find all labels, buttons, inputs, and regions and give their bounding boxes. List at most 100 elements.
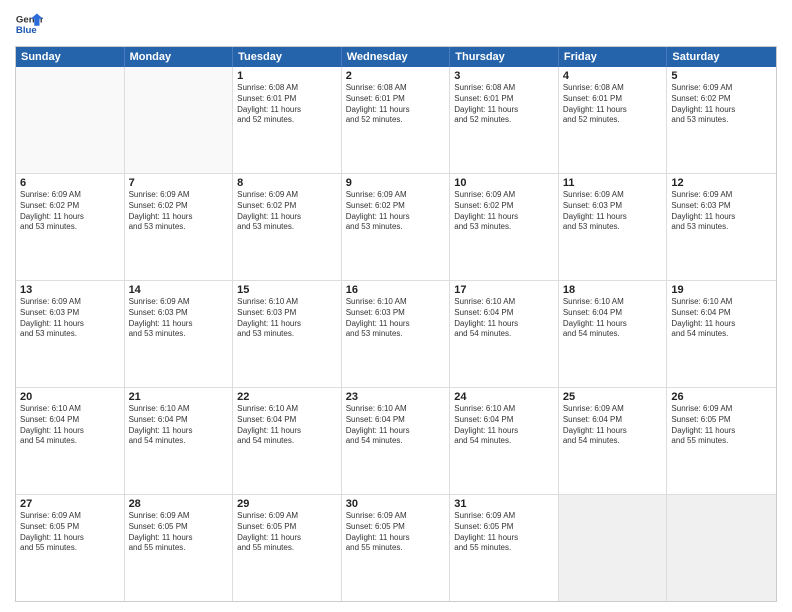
calendar-cell: 3Sunrise: 6:08 AMSunset: 6:01 PMDaylight… — [450, 67, 559, 173]
day-info: Sunrise: 6:10 AMSunset: 6:04 PMDaylight:… — [129, 404, 229, 447]
weekday-header: Monday — [125, 47, 234, 67]
calendar-cell: 12Sunrise: 6:09 AMSunset: 6:03 PMDayligh… — [667, 174, 776, 280]
weekday-header: Wednesday — [342, 47, 451, 67]
day-info: Sunrise: 6:09 AMSunset: 6:05 PMDaylight:… — [671, 404, 772, 447]
weekday-header: Tuesday — [233, 47, 342, 67]
day-info: Sunrise: 6:09 AMSunset: 6:05 PMDaylight:… — [129, 511, 229, 554]
day-number: 16 — [346, 284, 446, 296]
day-number: 26 — [671, 391, 772, 403]
weekday-header: Friday — [559, 47, 668, 67]
day-number: 15 — [237, 284, 337, 296]
day-info: Sunrise: 6:09 AMSunset: 6:05 PMDaylight:… — [237, 511, 337, 554]
header: General Blue — [15, 10, 777, 38]
calendar-cell: 31Sunrise: 6:09 AMSunset: 6:05 PMDayligh… — [450, 495, 559, 601]
calendar-row: 13Sunrise: 6:09 AMSunset: 6:03 PMDayligh… — [16, 281, 776, 388]
calendar-cell: 26Sunrise: 6:09 AMSunset: 6:05 PMDayligh… — [667, 388, 776, 494]
day-number: 14 — [129, 284, 229, 296]
day-number: 29 — [237, 498, 337, 510]
calendar-cell: 28Sunrise: 6:09 AMSunset: 6:05 PMDayligh… — [125, 495, 234, 601]
weekday-header: Thursday — [450, 47, 559, 67]
day-number: 3 — [454, 70, 554, 82]
weekday-header: Sunday — [16, 47, 125, 67]
calendar-cell: 14Sunrise: 6:09 AMSunset: 6:03 PMDayligh… — [125, 281, 234, 387]
calendar-cell: 11Sunrise: 6:09 AMSunset: 6:03 PMDayligh… — [559, 174, 668, 280]
calendar-cell: 22Sunrise: 6:10 AMSunset: 6:04 PMDayligh… — [233, 388, 342, 494]
calendar-cell: 23Sunrise: 6:10 AMSunset: 6:04 PMDayligh… — [342, 388, 451, 494]
day-number: 19 — [671, 284, 772, 296]
logo: General Blue — [15, 10, 43, 38]
day-info: Sunrise: 6:09 AMSunset: 6:05 PMDaylight:… — [20, 511, 120, 554]
calendar-cell: 7Sunrise: 6:09 AMSunset: 6:02 PMDaylight… — [125, 174, 234, 280]
day-number: 13 — [20, 284, 120, 296]
calendar-cell: 18Sunrise: 6:10 AMSunset: 6:04 PMDayligh… — [559, 281, 668, 387]
calendar-cell: 19Sunrise: 6:10 AMSunset: 6:04 PMDayligh… — [667, 281, 776, 387]
calendar-cell: 29Sunrise: 6:09 AMSunset: 6:05 PMDayligh… — [233, 495, 342, 601]
day-info: Sunrise: 6:08 AMSunset: 6:01 PMDaylight:… — [454, 83, 554, 126]
day-number: 5 — [671, 70, 772, 82]
calendar-cell: 13Sunrise: 6:09 AMSunset: 6:03 PMDayligh… — [16, 281, 125, 387]
calendar-cell: 25Sunrise: 6:09 AMSunset: 6:04 PMDayligh… — [559, 388, 668, 494]
day-number: 17 — [454, 284, 554, 296]
day-number: 2 — [346, 70, 446, 82]
calendar-cell: 24Sunrise: 6:10 AMSunset: 6:04 PMDayligh… — [450, 388, 559, 494]
calendar-cell — [667, 495, 776, 601]
day-info: Sunrise: 6:09 AMSunset: 6:02 PMDaylight:… — [129, 190, 229, 233]
day-number: 30 — [346, 498, 446, 510]
day-info: Sunrise: 6:09 AMSunset: 6:03 PMDaylight:… — [563, 190, 663, 233]
day-info: Sunrise: 6:10 AMSunset: 6:04 PMDaylight:… — [454, 297, 554, 340]
day-number: 11 — [563, 177, 663, 189]
calendar-cell: 30Sunrise: 6:09 AMSunset: 6:05 PMDayligh… — [342, 495, 451, 601]
day-info: Sunrise: 6:09 AMSunset: 6:04 PMDaylight:… — [563, 404, 663, 447]
day-number: 6 — [20, 177, 120, 189]
day-info: Sunrise: 6:09 AMSunset: 6:02 PMDaylight:… — [454, 190, 554, 233]
day-info: Sunrise: 6:09 AMSunset: 6:02 PMDaylight:… — [20, 190, 120, 233]
day-number: 12 — [671, 177, 772, 189]
calendar-body: 1Sunrise: 6:08 AMSunset: 6:01 PMDaylight… — [16, 67, 776, 601]
day-info: Sunrise: 6:08 AMSunset: 6:01 PMDaylight:… — [237, 83, 337, 126]
calendar: SundayMondayTuesdayWednesdayThursdayFrid… — [15, 46, 777, 602]
day-info: Sunrise: 6:10 AMSunset: 6:04 PMDaylight:… — [20, 404, 120, 447]
calendar-cell: 6Sunrise: 6:09 AMSunset: 6:02 PMDaylight… — [16, 174, 125, 280]
day-info: Sunrise: 6:08 AMSunset: 6:01 PMDaylight:… — [346, 83, 446, 126]
day-info: Sunrise: 6:09 AMSunset: 6:05 PMDaylight:… — [346, 511, 446, 554]
calendar-cell: 16Sunrise: 6:10 AMSunset: 6:03 PMDayligh… — [342, 281, 451, 387]
day-number: 21 — [129, 391, 229, 403]
day-number: 7 — [129, 177, 229, 189]
calendar-cell: 1Sunrise: 6:08 AMSunset: 6:01 PMDaylight… — [233, 67, 342, 173]
calendar-cell: 5Sunrise: 6:09 AMSunset: 6:02 PMDaylight… — [667, 67, 776, 173]
day-number: 23 — [346, 391, 446, 403]
day-info: Sunrise: 6:10 AMSunset: 6:04 PMDaylight:… — [671, 297, 772, 340]
day-info: Sunrise: 6:10 AMSunset: 6:04 PMDaylight:… — [454, 404, 554, 447]
calendar-cell: 10Sunrise: 6:09 AMSunset: 6:02 PMDayligh… — [450, 174, 559, 280]
calendar-row: 6Sunrise: 6:09 AMSunset: 6:02 PMDaylight… — [16, 174, 776, 281]
day-number: 9 — [346, 177, 446, 189]
day-number: 22 — [237, 391, 337, 403]
day-number: 28 — [129, 498, 229, 510]
day-info: Sunrise: 6:09 AMSunset: 6:05 PMDaylight:… — [454, 511, 554, 554]
calendar-cell: 15Sunrise: 6:10 AMSunset: 6:03 PMDayligh… — [233, 281, 342, 387]
calendar-cell: 9Sunrise: 6:09 AMSunset: 6:02 PMDaylight… — [342, 174, 451, 280]
day-number: 27 — [20, 498, 120, 510]
svg-text:Blue: Blue — [16, 25, 37, 36]
day-info: Sunrise: 6:09 AMSunset: 6:02 PMDaylight:… — [671, 83, 772, 126]
calendar-cell: 21Sunrise: 6:10 AMSunset: 6:04 PMDayligh… — [125, 388, 234, 494]
day-number: 25 — [563, 391, 663, 403]
calendar-row: 1Sunrise: 6:08 AMSunset: 6:01 PMDaylight… — [16, 67, 776, 174]
calendar-cell: 4Sunrise: 6:08 AMSunset: 6:01 PMDaylight… — [559, 67, 668, 173]
calendar-cell — [125, 67, 234, 173]
calendar-cell — [16, 67, 125, 173]
day-number: 4 — [563, 70, 663, 82]
day-number: 1 — [237, 70, 337, 82]
calendar-cell: 17Sunrise: 6:10 AMSunset: 6:04 PMDayligh… — [450, 281, 559, 387]
calendar-row: 20Sunrise: 6:10 AMSunset: 6:04 PMDayligh… — [16, 388, 776, 495]
day-number: 20 — [20, 391, 120, 403]
day-number: 8 — [237, 177, 337, 189]
calendar-row: 27Sunrise: 6:09 AMSunset: 6:05 PMDayligh… — [16, 495, 776, 601]
day-info: Sunrise: 6:09 AMSunset: 6:02 PMDaylight:… — [237, 190, 337, 233]
calendar-cell: 27Sunrise: 6:09 AMSunset: 6:05 PMDayligh… — [16, 495, 125, 601]
day-info: Sunrise: 6:10 AMSunset: 6:04 PMDaylight:… — [346, 404, 446, 447]
day-info: Sunrise: 6:10 AMSunset: 6:04 PMDaylight:… — [237, 404, 337, 447]
day-number: 10 — [454, 177, 554, 189]
calendar-cell: 2Sunrise: 6:08 AMSunset: 6:01 PMDaylight… — [342, 67, 451, 173]
calendar-cell: 20Sunrise: 6:10 AMSunset: 6:04 PMDayligh… — [16, 388, 125, 494]
